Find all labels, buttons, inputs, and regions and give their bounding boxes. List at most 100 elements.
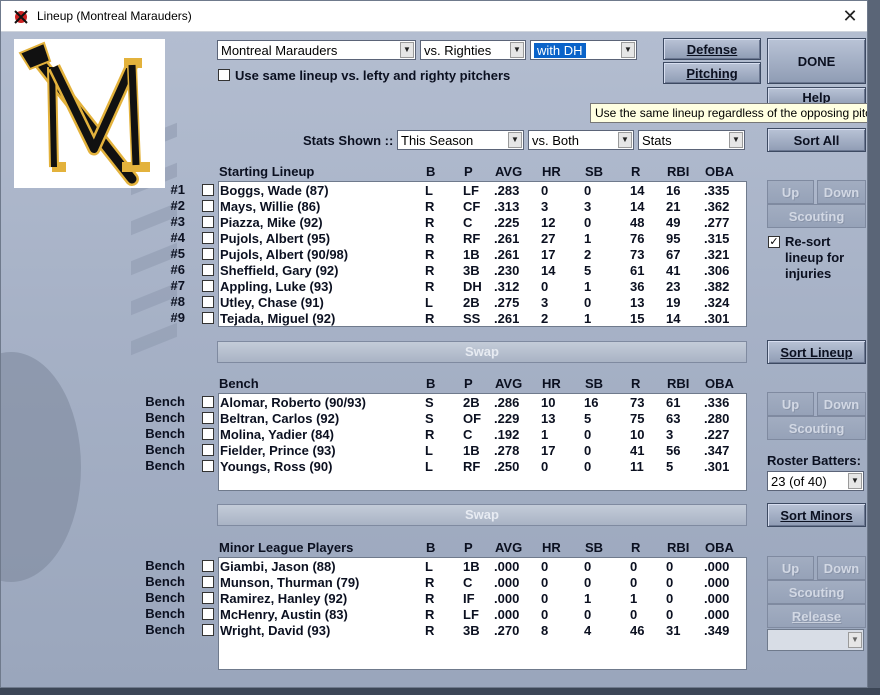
table-row[interactable]: Youngs, Ross (90) L RF .250 0 0 11 5 .301 xyxy=(219,459,746,475)
chevron-down-icon[interactable]: ▼ xyxy=(729,132,743,148)
bench-up-button[interactable]: Up xyxy=(767,392,814,416)
release-button[interactable]: Release xyxy=(767,604,866,628)
table-row[interactable]: Tejada, Miguel (92) R SS .261 2 1 15 14 .301 xyxy=(219,311,746,326)
minors-scouting-button[interactable]: Scouting xyxy=(767,580,866,604)
starting-header-row: Starting Lineup B P AVG HR SB R RBI OBA xyxy=(219,164,749,180)
table-row[interactable]: Pujols, Albert (90/98) R 1B .261 17 2 73 67 .321 xyxy=(219,247,746,263)
pitcher-hand-value: vs. Righties xyxy=(424,42,492,58)
row-checkbox[interactable] xyxy=(202,396,214,408)
table-row[interactable]: Appling, Luke (93) R DH .312 0 1 36 23 .382 xyxy=(219,279,746,295)
cell-b: S xyxy=(425,395,434,410)
table-row[interactable]: Beltran, Carlos (92) S OF .229 13 5 75 63 .280 xyxy=(219,411,746,427)
cell-p: C xyxy=(463,575,473,590)
roster-batters-select[interactable]: 23 (of 40) ▼ xyxy=(767,471,864,491)
cell-avg: .278 xyxy=(494,443,520,458)
table-row[interactable]: Giambi, Jason (88) L 1B .000 0 0 0 0 .000 xyxy=(219,559,746,575)
chevron-down-icon[interactable]: ▼ xyxy=(508,132,522,148)
stats-select[interactable]: Stats ▼ xyxy=(638,130,745,150)
app-icon xyxy=(14,10,28,24)
bench-list[interactable]: Alomar, Roberto (90/93) S 2B .286 10 16 73 61.3… xyxy=(218,393,747,491)
table-row[interactable]: Utley, Chase (91) L 2B .275 3 0 13 19 .324 xyxy=(219,295,746,311)
row-checkbox[interactable] xyxy=(202,200,214,212)
chevron-down-icon[interactable]: ▼ xyxy=(848,632,862,648)
dh-select[interactable]: with DH ▼ xyxy=(530,40,637,60)
row-checkbox[interactable] xyxy=(202,428,214,440)
table-row[interactable]: McHenry, Austin (83) R LF .000 0 0 0 0 .000 xyxy=(219,607,746,623)
chevron-down-icon[interactable]: ▼ xyxy=(510,42,524,58)
table-row[interactable]: Pujols, Albert (95) R RF .261 27 1 76 95 .315 xyxy=(219,231,746,247)
starting-lineup-list[interactable]: Boggs, Wade (87) L LF .283 0 0 14 16.335 Mays, W… xyxy=(218,181,747,327)
cell-p: C xyxy=(463,427,473,442)
row-checkbox[interactable] xyxy=(202,560,214,572)
bench-scouting-button[interactable]: Scouting xyxy=(767,416,866,440)
tooltip: Use the same lineup regardless of the op… xyxy=(590,103,867,123)
table-row[interactable]: Molina, Yadier (84) R C .192 1 0 10 3.227 xyxy=(219,427,746,443)
row-checkbox[interactable] xyxy=(202,312,214,324)
defense-button[interactable]: Defense xyxy=(663,38,761,60)
resort-checkbox[interactable]: ✓ xyxy=(768,236,780,248)
minor-league-list[interactable]: Giambi, Jason (88) L 1B .000 0 0 0 0.000 Munson,… xyxy=(218,557,747,670)
table-row[interactable]: Boggs, Wade (87) L LF .283 0 0 14 16 .335 xyxy=(219,183,746,199)
bench-down-button[interactable]: Down xyxy=(817,392,866,416)
table-row[interactable]: Fielder, Prince (93) L 1B .278 17 0 41 56 .347 xyxy=(219,443,746,459)
cell-oba: .000 xyxy=(704,575,730,590)
player-name: Sheffield, Gary (92) xyxy=(220,263,339,278)
sort-lineup-button[interactable]: Sort Lineup xyxy=(767,340,866,364)
starting-down-button[interactable]: Down xyxy=(817,180,866,204)
cell-r: 1 xyxy=(630,591,638,606)
cell-r: 14 xyxy=(630,199,645,214)
team-select[interactable]: Montreal Marauders ▼ xyxy=(217,40,416,60)
row-checkbox[interactable] xyxy=(202,412,214,424)
same-lineup-checkbox[interactable] xyxy=(218,69,230,81)
cell-p: 3B xyxy=(463,623,480,638)
table-row[interactable]: Mays, Willie (86) R CF .313 3 3 14 21 .362 xyxy=(219,199,746,215)
close-icon[interactable]: ✕ xyxy=(839,5,861,27)
cell-b: R xyxy=(425,199,435,214)
row-checkbox[interactable] xyxy=(202,216,214,228)
cell-hr: 1 xyxy=(541,427,549,442)
minors-up-button[interactable]: Up xyxy=(767,556,814,580)
row-checkbox[interactable] xyxy=(202,576,214,588)
row-checkbox[interactable] xyxy=(202,248,214,260)
row-checkbox[interactable] xyxy=(202,608,214,620)
swap-starting-button[interactable]: Swap xyxy=(217,341,747,363)
row-checkbox[interactable] xyxy=(202,592,214,604)
row-checkbox[interactable] xyxy=(202,280,214,292)
chevron-down-icon[interactable]: ▼ xyxy=(400,42,414,58)
chevron-down-icon[interactable]: ▼ xyxy=(618,132,632,148)
starting-up-button[interactable]: Up xyxy=(767,180,814,204)
minors-down-button[interactable]: Down xyxy=(817,556,866,580)
season-select[interactable]: This Season ▼ xyxy=(397,130,524,150)
row-checkbox[interactable] xyxy=(202,184,214,196)
table-row[interactable]: Wright, David (93) R 3B .270 8 4 46 31 .349 xyxy=(219,623,746,639)
table-row[interactable]: Piazza, Mike (92) R C .225 12 0 48 49 .277 xyxy=(219,215,746,231)
done-button[interactable]: DONE xyxy=(767,38,866,84)
scouting-label: Scouting xyxy=(788,208,845,224)
chevron-down-icon[interactable]: ▼ xyxy=(621,42,635,58)
row-checkbox[interactable] xyxy=(202,296,214,308)
chevron-down-icon[interactable]: ▼ xyxy=(848,473,862,489)
minors-action-select[interactable]: ▼ xyxy=(767,629,864,651)
minor-league-heading: Minor League Players xyxy=(219,540,354,555)
cell-oba: .277 xyxy=(704,215,730,230)
table-row[interactable]: Munson, Thurman (79) R C .000 0 0 0 0 .000 xyxy=(219,575,746,591)
column-header: RBI xyxy=(667,164,690,179)
up-label: Up xyxy=(781,396,800,412)
table-row[interactable]: Alomar, Roberto (90/93) S 2B .286 10 16 73 61 .3… xyxy=(219,395,746,411)
cell-r: 46 xyxy=(630,623,645,638)
row-checkbox[interactable] xyxy=(202,624,214,636)
row-checkbox[interactable] xyxy=(202,232,214,244)
table-row[interactable]: Sheffield, Gary (92) R 3B .230 14 5 61 41 .306 xyxy=(219,263,746,279)
starting-scouting-button[interactable]: Scouting xyxy=(767,204,866,228)
swap-bench-button[interactable]: Swap xyxy=(217,504,747,526)
pitcher-hand-select[interactable]: vs. Righties ▼ xyxy=(420,40,526,60)
split-select[interactable]: vs. Both ▼ xyxy=(528,130,634,150)
sort-all-button[interactable]: Sort All xyxy=(767,128,866,152)
pitching-button[interactable]: Pitching xyxy=(663,62,761,84)
table-row[interactable]: Ramirez, Hanley (92) R IF .000 0 1 1 0 .000 xyxy=(219,591,746,607)
row-checkbox[interactable] xyxy=(202,264,214,276)
row-checkbox[interactable] xyxy=(202,460,214,472)
slot-label: Bench xyxy=(145,426,185,441)
sort-minors-button[interactable]: Sort Minors xyxy=(767,503,866,527)
row-checkbox[interactable] xyxy=(202,444,214,456)
